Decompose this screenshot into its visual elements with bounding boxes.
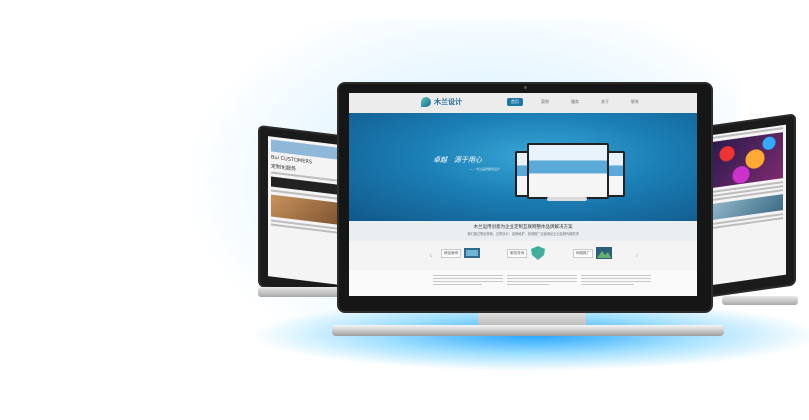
main-monitor-screen: 木兰设计 首页 案例 服务 关于 联系 卓越 源于用心 —— 木兰品牌策划设计 … xyxy=(349,93,697,296)
shield-icon xyxy=(531,246,546,260)
logo-leaf-icon xyxy=(421,97,431,107)
slogan-band: 木兰运用创意为企业定制互联网整体品牌解决方案 我们通过策划营销、互联设计、品牌维… xyxy=(349,221,697,241)
camera-dot xyxy=(524,86,527,89)
device-icon xyxy=(464,248,481,258)
logo-text: 木兰设计 xyxy=(434,98,462,106)
nav-item-home[interactable]: 首页 xyxy=(507,98,523,106)
service-cases[interactable]: 精品案例 xyxy=(441,245,481,261)
site-logo[interactable]: 木兰设计 xyxy=(421,97,462,107)
nav-item-contact[interactable]: 联系 xyxy=(627,98,643,106)
nav-item-services[interactable]: 服务 xyxy=(567,98,583,106)
right-monitor xyxy=(700,113,796,299)
service-description xyxy=(581,273,651,287)
mountain-icon xyxy=(596,247,613,259)
right-monitor-stand xyxy=(722,296,798,305)
nav-item-about[interactable]: 关于 xyxy=(597,98,613,106)
services-row: ‹ 精品案例 服务咨询 网络推广 › xyxy=(349,241,697,270)
main-monitor: 木兰设计 首页 案例 服务 关于 联系 卓越 源于用心 —— 木兰品牌策划设计 … xyxy=(337,82,713,313)
main-monitor-base xyxy=(332,325,724,336)
slogan-main: 木兰运用创意为企业定制互联网整体品牌解决方案 xyxy=(473,225,573,230)
hero-device-center xyxy=(527,143,609,199)
arrow-right-icon[interactable]: › xyxy=(635,251,639,261)
site-nav: 首页 案例 服务 关于 联系 xyxy=(507,98,643,106)
right-screen-collage xyxy=(713,132,783,188)
service-label: 网络推广 xyxy=(573,248,594,258)
right-monitor-screen xyxy=(710,124,786,286)
hero-banner: 卓越 源于用心 —— 木兰品牌策划设计 ☆ ◎ ✎ ⚑ ✉ xyxy=(349,113,697,236)
service-consult[interactable]: 服务咨询 xyxy=(507,245,547,261)
hero-device-stand xyxy=(547,197,587,201)
service-label: 精品案例 xyxy=(441,248,462,258)
service-description xyxy=(433,273,503,287)
description-row xyxy=(349,270,697,296)
arrow-left-icon[interactable]: ‹ xyxy=(429,251,433,261)
nav-item-cases[interactable]: 案例 xyxy=(537,98,553,106)
hero-title: 卓越 源于用心 xyxy=(433,156,482,164)
service-promotion[interactable]: 网络推广 xyxy=(573,245,613,261)
service-label: 服务咨询 xyxy=(507,248,528,258)
service-description xyxy=(507,273,577,287)
site-header: 木兰设计 首页 案例 服务 关于 联系 xyxy=(349,93,697,114)
slogan-sub: 我们通过策划营销、互联设计、品牌维护、营销推广全面满足企业品牌传播需求 xyxy=(467,232,579,236)
hero-subtitle: —— 木兰品牌策划设计 xyxy=(469,167,500,171)
